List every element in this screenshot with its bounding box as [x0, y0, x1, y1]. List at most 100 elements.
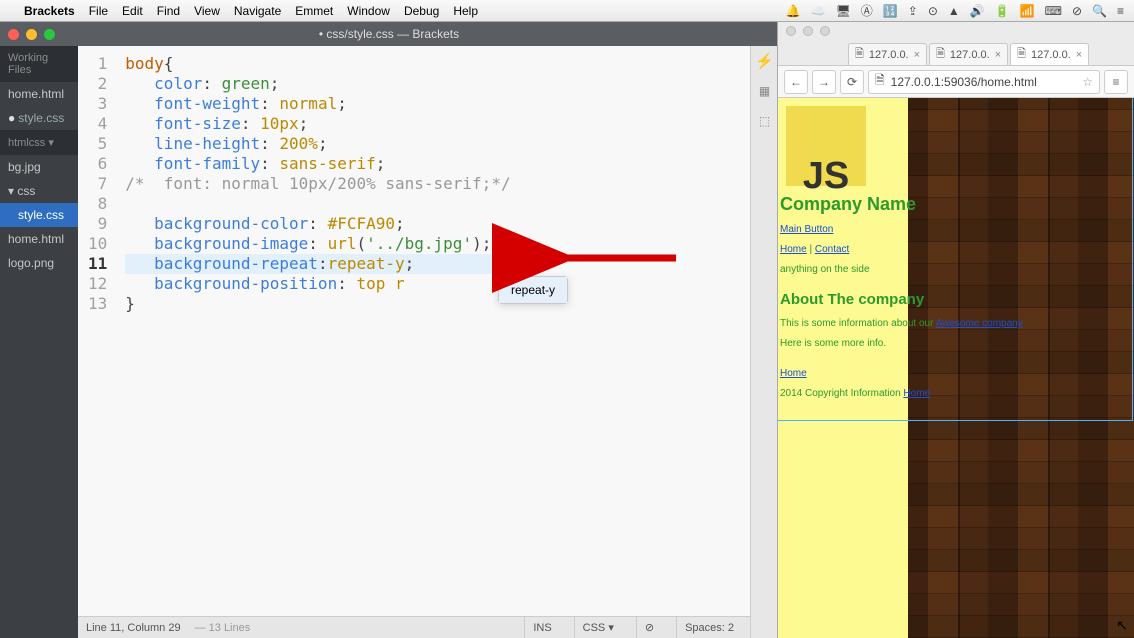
menu-view[interactable]: View — [194, 4, 220, 18]
line-gutter: 12345678910111213 — [78, 46, 117, 616]
status-lint[interactable]: ⊘ — [636, 617, 662, 638]
code-content[interactable]: body{ color: green; font-weight: normal;… — [117, 46, 510, 616]
back-button[interactable]: ← — [784, 70, 808, 94]
cursor-icon: ↖ — [1116, 617, 1128, 634]
menubar-app[interactable]: Brackets — [24, 4, 75, 18]
tree-file[interactable]: logo.png — [0, 251, 78, 275]
annotation-arrow-icon — [548, 244, 678, 279]
browser-toolbar: ← → ⟳ 🗎 127.0.0.1:59036/home.html ☆ ≡ — [778, 66, 1134, 98]
forward-button[interactable]: → — [812, 70, 836, 94]
minimize-icon[interactable] — [26, 29, 37, 40]
extensions-icon[interactable]: ▦ — [756, 82, 774, 100]
status-lang[interactable]: CSS ▾ — [574, 617, 622, 638]
reload-button[interactable]: ⟳ — [840, 70, 864, 94]
working-files-header: Working Files — [0, 46, 78, 82]
status-icon[interactable]: 🖥 — [836, 4, 851, 18]
status-cursor: Line 11, Column 29 — [86, 622, 181, 634]
code-hint[interactable]: repeat-y — [498, 276, 568, 304]
mac-menubar: Brackets File Edit Find View Navigate Emmet Wi… — [0, 0, 1134, 22]
browser-tab[interactable]: 🗎127.0.0.× — [848, 43, 927, 65]
tab-close-icon[interactable]: × — [995, 49, 1001, 61]
bookmark-icon[interactable]: ☆ — [1082, 75, 1093, 89]
plugin-icon[interactable]: ⬚ — [756, 112, 774, 130]
status-icon[interactable]: 📶 — [1020, 4, 1035, 18]
main-button-link[interactable]: Main Button — [780, 224, 833, 235]
browser-tab[interactable]: 🗎127.0.0.× — [929, 43, 1008, 65]
awesome-company-link[interactable]: Awesome company — [936, 318, 1023, 329]
footer-home-link[interactable]: Home — [780, 368, 807, 379]
page-icon: 🗎 — [1017, 45, 1026, 64]
status-icon[interactable]: ⊙ — [928, 4, 938, 18]
sidebar: Working Files home.html●style.css htmlcs… — [0, 46, 78, 638]
working-file[interactable]: home.html — [0, 82, 78, 106]
tree-file[interactable]: home.html — [0, 227, 78, 251]
status-icon[interactable]: ⇪ — [908, 4, 918, 18]
menu-navigate[interactable]: Navigate — [234, 4, 281, 18]
tab-close-icon[interactable]: × — [914, 49, 920, 61]
status-icon[interactable]: 🔋 — [995, 4, 1010, 18]
live-preview-icon[interactable]: ⚡ — [756, 52, 774, 70]
zoom-icon[interactable] — [44, 29, 55, 40]
about-p2: Here is some more info. — [780, 334, 1120, 354]
contact-link[interactable]: Contact — [815, 244, 849, 255]
close-icon[interactable] — [8, 29, 19, 40]
copyright: 2014 Copyright Information Home — [780, 384, 1120, 404]
browser-window: 🗎127.0.0.×🗎127.0.0.×🗎127.0.0.× ← → ⟳ 🗎 1… — [778, 22, 1134, 638]
editor: 12345678910111213 body{ color: green; fo… — [78, 46, 750, 638]
brackets-window: • css/style.css — Brackets Working Files… — [0, 22, 778, 638]
menu-debug[interactable]: Debug — [404, 4, 439, 18]
page-content: JS Company Name Main Button Home | Conta… — [780, 102, 1120, 404]
browser-traffic — [778, 22, 1134, 40]
tree-file[interactable]: style.css — [0, 203, 78, 227]
status-icon[interactable]: 🔍 — [1092, 4, 1107, 18]
zoom-icon[interactable] — [820, 26, 830, 36]
url-text: 127.0.0.1:59036/home.html — [891, 75, 1037, 89]
status-icon[interactable]: ⊘ — [1072, 4, 1082, 18]
statusbar: Line 11, Column 29 — 13 Lines INS CSS ▾ … — [78, 616, 750, 638]
footer-home-link-2[interactable]: Home — [903, 388, 930, 399]
status-icon[interactable]: ☁️ — [811, 4, 826, 18]
status-icon[interactable]: ≡ — [1117, 4, 1124, 18]
menu-button[interactable]: ≡ — [1104, 70, 1128, 94]
menu-edit[interactable]: Edit — [122, 4, 143, 18]
hint-item[interactable]: repeat-y — [499, 277, 567, 303]
address-bar[interactable]: 🗎 127.0.0.1:59036/home.html ☆ — [868, 70, 1100, 94]
menu-find[interactable]: Find — [157, 4, 180, 18]
window-title: • css/style.css — Brackets — [0, 27, 778, 41]
page-icon: 🗎 — [936, 45, 945, 64]
tab-close-icon[interactable]: × — [1076, 49, 1082, 61]
status-icon[interactable]: 🔊 — [970, 4, 985, 18]
page-icon: 🗎 — [875, 71, 885, 92]
menu-help[interactable]: Help — [453, 4, 478, 18]
menu-window[interactable]: Window — [347, 4, 390, 18]
working-file[interactable]: ●style.css — [0, 106, 78, 130]
status-lines: — 13 Lines — [195, 622, 251, 634]
minimize-icon[interactable] — [803, 26, 813, 36]
tree-file[interactable]: bg.jpg — [0, 155, 78, 179]
status-icon[interactable]: 🔢 — [883, 4, 898, 18]
tree-folder[interactable]: ▾ css — [0, 179, 78, 203]
about-title: About The company — [780, 290, 1120, 310]
project-header[interactable]: htmlcss ▾ — [0, 130, 78, 155]
logo: JS — [786, 106, 866, 186]
home-link[interactable]: Home — [780, 244, 807, 255]
browser-viewport: JS Company Name Main Button Home | Conta… — [778, 98, 1134, 638]
close-icon[interactable] — [786, 26, 796, 36]
status-ins[interactable]: INS — [524, 617, 559, 638]
right-toolbar: ⚡ ▦ ⬚ — [750, 46, 778, 638]
about-p1: This is some information about our Aweso… — [780, 314, 1120, 334]
status-icon[interactable]: 🔔 — [786, 4, 801, 18]
brackets-titlebar: • css/style.css — Brackets — [0, 22, 778, 46]
company-name: Company Name — [780, 194, 1120, 214]
status-icon[interactable]: Ⓐ — [861, 2, 873, 19]
status-icon[interactable]: ⌨ — [1045, 4, 1062, 18]
sidebar-text: anything on the side — [780, 260, 1120, 280]
page-icon: 🗎 — [855, 45, 864, 64]
status-icon[interactable]: ▲ — [948, 4, 960, 18]
status-spaces[interactable]: Spaces: 2 — [676, 617, 742, 638]
code-area[interactable]: 12345678910111213 body{ color: green; fo… — [78, 46, 750, 616]
menu-emmet[interactable]: Emmet — [295, 4, 333, 18]
menu-file[interactable]: File — [89, 4, 108, 18]
browser-tabs: 🗎127.0.0.×🗎127.0.0.×🗎127.0.0.× — [778, 40, 1134, 66]
browser-tab[interactable]: 🗎127.0.0.× — [1010, 43, 1089, 65]
